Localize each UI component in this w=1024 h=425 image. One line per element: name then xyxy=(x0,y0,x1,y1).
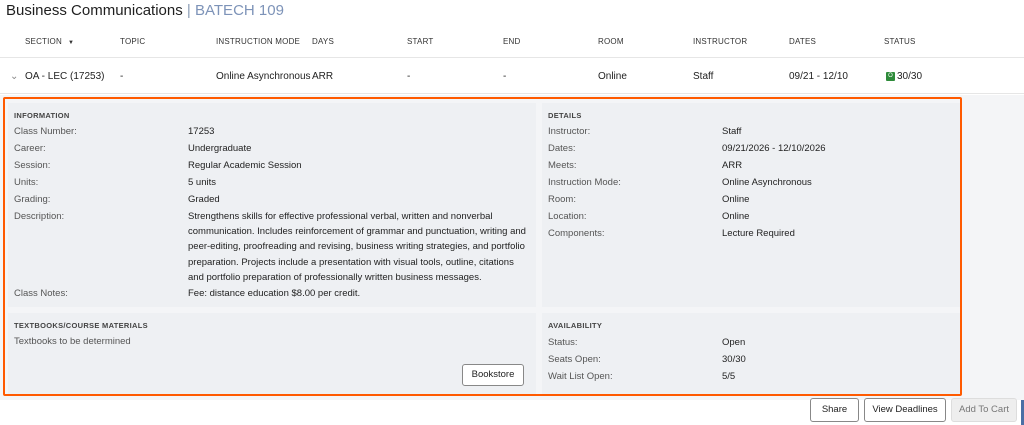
details-panel: DETAILS Instructor: Staff Dates: 09/21/2… xyxy=(542,103,962,307)
column-header-start: START xyxy=(407,37,434,46)
description-label: Description: xyxy=(14,211,65,222)
title-separator: | xyxy=(186,2,191,19)
career-value: Undergraduate xyxy=(188,143,252,154)
grading-label: Grading: xyxy=(14,194,51,205)
information-panel: INFORMATION Class Number: 17253 Career: … xyxy=(8,103,536,307)
availability-status-label: Status: xyxy=(548,337,578,348)
column-header-section-label: SECTION xyxy=(25,37,62,46)
instructor-value: Staff xyxy=(722,126,742,137)
column-header-room: ROOM xyxy=(598,37,624,46)
course-title: Business Communications | BATECH 109 xyxy=(6,2,284,20)
open-status-icon: O xyxy=(886,71,895,81)
meets-label: Meets: xyxy=(548,160,577,171)
session-value: Regular Academic Session xyxy=(188,160,302,171)
column-header-topic: TOPIC xyxy=(120,37,146,46)
chevron-down-icon[interactable]: ⌄ xyxy=(10,71,18,82)
details-title: DETAILS xyxy=(548,111,582,120)
class-notes-value: Fee: distance education $8.00 per credit… xyxy=(188,288,361,299)
column-header-dates: DATES xyxy=(789,37,817,46)
column-header-status: STATUS xyxy=(884,37,916,46)
share-button[interactable]: Share xyxy=(810,398,859,422)
add-to-cart-button[interactable]: Add To Cart xyxy=(951,398,1017,422)
wait-list-open-label: Wait List Open: xyxy=(548,371,613,382)
career-label: Career: xyxy=(14,143,46,154)
bookstore-button[interactable]: Bookstore xyxy=(462,364,524,386)
wait-list-open-value: 5/5 xyxy=(722,371,736,382)
location-label: Location: xyxy=(548,211,587,222)
column-header-instructor: INSTRUCTOR xyxy=(693,37,748,46)
class-number-label: Class Number: xyxy=(14,126,77,137)
column-header-section[interactable]: SECTION ▼ xyxy=(25,37,74,46)
components-label: Components: xyxy=(548,228,605,239)
column-header-end: END xyxy=(503,37,521,46)
room-label: Room: xyxy=(548,194,576,205)
grading-value: Graded xyxy=(188,194,220,205)
units-value: 5 units xyxy=(188,177,216,188)
meets-value: ARR xyxy=(722,160,743,171)
availability-status-value: Open xyxy=(722,337,746,348)
header-divider xyxy=(0,57,1024,58)
sort-down-icon[interactable]: ▼ xyxy=(68,40,74,46)
location-value: Online xyxy=(722,211,750,222)
description-value: Strengthens skills for effective profess… xyxy=(188,211,526,283)
instruction-mode-value: Online Asynchronous xyxy=(722,177,812,188)
row-end: - xyxy=(503,71,507,82)
class-number-value: 17253 xyxy=(188,126,215,137)
column-header-days: DAYS xyxy=(312,37,334,46)
units-label: Units: xyxy=(14,177,39,188)
textbooks-text: Textbooks to be determined xyxy=(14,336,131,347)
row-instruction-mode: Online Asynchronous xyxy=(216,71,311,82)
textbooks-panel: TEXTBOOKS/COURSE MATERIALS Textbooks to … xyxy=(8,313,536,395)
column-header-instruction-mode: INSTRUCTION MODE xyxy=(216,37,301,46)
session-label: Session: xyxy=(14,160,51,171)
course-code: BATECH 109 xyxy=(195,2,284,19)
row-start: - xyxy=(407,71,411,82)
row-days: ARR xyxy=(312,71,334,82)
row-room: Online xyxy=(598,71,627,82)
instruction-mode-label: Instruction Mode: xyxy=(548,177,621,188)
information-title: INFORMATION xyxy=(14,111,70,120)
row-dates: 09/21 - 12/10 xyxy=(789,71,848,82)
row-status: O 30/30 xyxy=(886,71,922,82)
dates-label: Dates: xyxy=(548,143,576,154)
room-value: Online xyxy=(722,194,750,205)
dates-value: 09/21/2026 - 12/10/2026 xyxy=(722,143,826,154)
row-status-value: 30/30 xyxy=(897,71,923,82)
row-topic: - xyxy=(120,71,124,82)
row-instructor: Staff xyxy=(693,71,714,82)
textbooks-title: TEXTBOOKS/COURSE MATERIALS xyxy=(14,321,148,330)
availability-panel: AVAILABILITY Status: Open Seats Open: 30… xyxy=(542,313,962,395)
components-value: Lecture Required xyxy=(722,228,795,239)
availability-title: AVAILABILITY xyxy=(548,321,603,330)
instructor-label: Instructor: xyxy=(548,126,591,137)
seats-open-value: 30/30 xyxy=(722,354,746,365)
row-section[interactable]: OA - LEC (17253) xyxy=(25,71,104,82)
view-deadlines-button[interactable]: View Deadlines xyxy=(864,398,946,422)
course-name: Business Communications xyxy=(6,2,183,19)
row-divider xyxy=(0,93,1024,94)
class-notes-label: Class Notes: xyxy=(14,288,68,299)
seats-open-label: Seats Open: xyxy=(548,354,601,365)
